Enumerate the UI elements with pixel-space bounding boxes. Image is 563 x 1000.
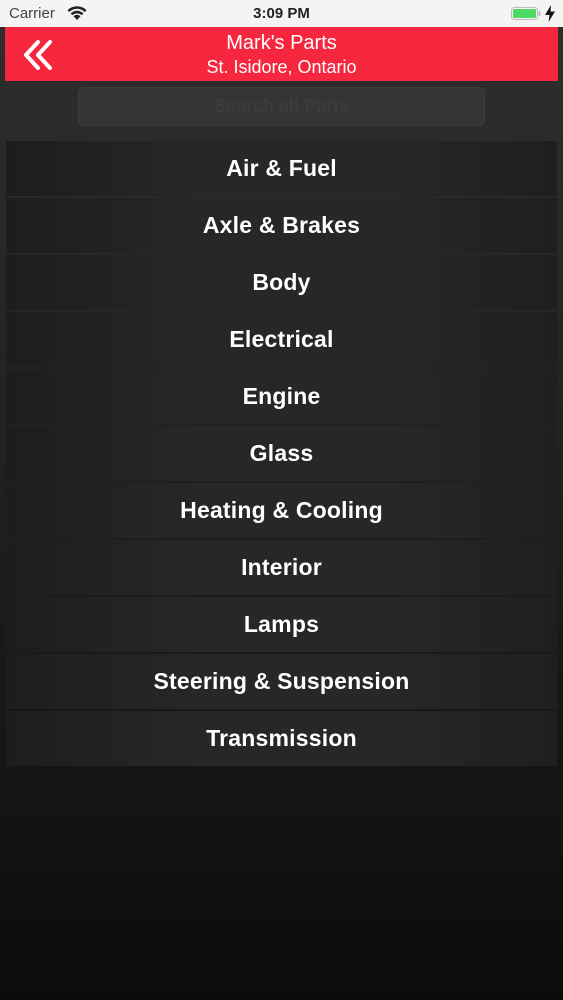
charging-bolt-icon <box>545 5 555 22</box>
category-lamps[interactable]: Lamps <box>6 597 557 652</box>
category-label: Glass <box>249 440 314 466</box>
status-bar: Carrier 3:09 PM <box>0 0 563 27</box>
category-steering-suspension[interactable]: Steering & Suspension <box>6 654 557 709</box>
category-air-fuel[interactable]: Air & Fuel <box>6 141 557 196</box>
category-label: Electrical <box>229 326 334 352</box>
category-label: Engine <box>242 383 321 409</box>
nav-bar: Mark's Parts St. Isidore, Ontario <box>5 27 558 81</box>
category-electrical[interactable]: Electrical <box>6 312 557 367</box>
store-title: Mark's Parts <box>226 32 337 54</box>
category-transmission[interactable]: Transmission <box>6 711 557 766</box>
category-label: Steering & Suspension <box>153 668 410 694</box>
category-label: Interior <box>241 554 322 580</box>
category-body[interactable]: Body <box>6 255 557 310</box>
category-label: Axle & Brakes <box>202 212 361 238</box>
category-label: Transmission <box>206 725 357 751</box>
category-label: Lamps <box>243 611 320 637</box>
category-heating-cooling[interactable]: Heating & Cooling <box>6 483 557 538</box>
category-label: Heating & Cooling <box>180 497 383 523</box>
category-axle-brakes[interactable]: Axle & Brakes <box>6 198 557 253</box>
status-time: 3:09 PM <box>253 5 310 22</box>
category-list: Air & Fuel Axle & Brakes Body Electrical… <box>6 141 557 768</box>
category-glass[interactable]: Glass <box>6 426 557 481</box>
category-interior[interactable]: Interior <box>6 540 557 595</box>
category-engine[interactable]: Engine <box>6 369 557 424</box>
category-label: Air & Fuel <box>226 155 337 181</box>
search-input[interactable] <box>78 87 485 126</box>
category-label: Body <box>252 269 311 295</box>
store-location: St. Isidore, Ontario <box>206 57 357 77</box>
battery-icon <box>511 7 541 20</box>
